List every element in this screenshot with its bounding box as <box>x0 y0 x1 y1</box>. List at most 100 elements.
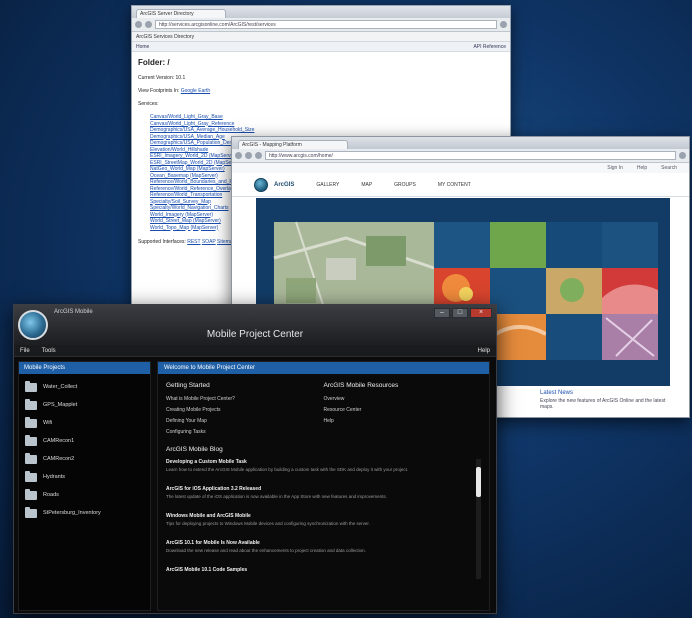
address-bar[interactable]: http://services.arcgisonline.com/ArcGIS/… <box>155 20 497 29</box>
getting-started-link[interactable]: Configuring Tasks <box>166 429 324 440</box>
browser-tab-bar: ArcGIS Server Directory <box>132 6 510 18</box>
api-reference-link[interactable]: API Reference <box>473 44 506 50</box>
site-brand[interactable]: ArcGIS <box>274 182 294 188</box>
service-link[interactable]: Demographics/USA_Median_Age <box>150 134 225 140</box>
browser-tab[interactable]: ArcGIS Server Directory <box>136 9 226 18</box>
resource-link[interactable]: Help <box>324 418 482 429</box>
getting-started-link[interactable]: Defining Your Map <box>166 418 324 429</box>
maximize-icon[interactable]: □ <box>452 308 468 318</box>
folder-icon <box>25 470 37 482</box>
getting-started-title: Getting Started <box>166 382 210 389</box>
service-link[interactable]: Reference/World_Reference_Overlay <box>150 186 233 192</box>
project-item[interactable]: CAMRecon2 <box>25 450 150 468</box>
welcome-columns: Getting Started What is Mobile Project C… <box>158 374 489 440</box>
service-link[interactable]: Specialty/World_Navigation_Charts <box>150 205 229 211</box>
project-label: Wifi <box>43 420 53 426</box>
menu-tools[interactable]: Tools <box>42 348 56 354</box>
blog-post-title[interactable]: ArcGIS Mobile 10.1 Code Samples <box>166 567 471 573</box>
service-link[interactable]: Elevation/World_Hillshade <box>150 147 208 153</box>
project-list: Water_Collect GPS_Mapplet Wifi CAMRecon1… <box>19 374 150 522</box>
project-item[interactable]: GPS_Mapplet <box>25 396 150 414</box>
service-link[interactable]: ESRI_StreetMap_World_2D (MapServer) <box>150 160 242 166</box>
scrollbar-thumb[interactable] <box>476 467 481 497</box>
orange-map-tile <box>490 314 546 360</box>
blog-title: ArcGIS Mobile Blog <box>166 446 223 453</box>
soap-link[interactable]: SOAP <box>202 239 216 245</box>
help-link[interactable]: Help <box>637 165 647 171</box>
back-icon[interactable] <box>235 152 242 159</box>
browser-toolbar: http://www.arcgis.com/home/ <box>232 149 689 163</box>
menu-help[interactable]: Help <box>478 348 490 354</box>
menu-file[interactable]: File <box>20 348 30 354</box>
folder-icon <box>25 452 37 464</box>
view-footprints: View Footprints In: Google Earth <box>138 88 504 94</box>
nav-groups[interactable]: GROUPS <box>394 182 416 188</box>
resource-link[interactable]: Resource Center <box>324 407 482 418</box>
directory-nav-bar: Home API Reference <box>132 42 510 52</box>
getting-started-link[interactable]: What is Mobile Project Center? <box>166 396 324 407</box>
nav-map[interactable]: MAP <box>361 182 372 188</box>
project-item[interactable]: Hydrants <box>25 468 150 486</box>
project-item[interactable]: Water_Collect <box>25 378 150 396</box>
blog-post: Developing a Custom Mobile Task Learn ho… <box>166 459 471 478</box>
ocean-map-tile <box>546 222 602 268</box>
search-link[interactable]: Search <box>661 165 677 171</box>
forward-icon[interactable] <box>145 21 152 28</box>
menu-icon[interactable] <box>679 152 686 159</box>
ocean-map-tile <box>490 268 546 314</box>
project-item[interactable]: Roads <box>25 486 150 504</box>
home-link[interactable]: Home <box>136 44 149 50</box>
project-item[interactable]: Wifi <box>25 414 150 432</box>
blog-post-title[interactable]: ArcGIS for iOS Application 3.2 Released <box>166 486 471 492</box>
service-link[interactable]: World_Imagery (MapServer) <box>150 212 213 218</box>
folder-icon <box>25 380 37 392</box>
folder-icon <box>25 434 37 446</box>
project-label: Roads <box>43 492 59 498</box>
blog-post-title[interactable]: Windows Mobile and ArcGIS Mobile <box>166 513 471 519</box>
service-link[interactable]: Reference/World_Transportation <box>150 192 222 198</box>
service-link[interactable]: World_Topo_Map (MapServer) <box>150 225 218 231</box>
back-icon[interactable] <box>135 21 142 28</box>
reload-icon[interactable] <box>255 152 262 159</box>
address-bar[interactable]: http://www.arcgis.com/home/ <box>265 151 676 160</box>
project-item[interactable]: StPetersburg_Inventory <box>25 504 150 522</box>
service-link[interactable]: Canvas/World_Light_Gray_Reference <box>150 121 234 127</box>
service-link[interactable]: Specialty/Soil_Survey_Map <box>150 199 211 205</box>
nav-gallery[interactable]: GALLERY <box>316 182 339 188</box>
rest-link[interactable]: REST <box>187 239 200 245</box>
folder-icon <box>25 398 37 410</box>
project-label: StPetersburg_Inventory <box>43 510 101 516</box>
project-item[interactable]: CAMRecon1 <box>25 432 150 450</box>
blog-scrollbar[interactable] <box>476 459 481 579</box>
getting-started-link[interactable]: Creating Mobile Projects <box>166 407 324 418</box>
mobile-project-center-window[interactable]: ArcGIS Mobile Mobile Project Center – □ … <box>13 304 497 614</box>
service-link[interactable]: Canvas/World_Light_Gray_Base <box>150 114 223 120</box>
nav-my-content[interactable]: MY CONTENT <box>438 182 471 188</box>
close-icon[interactable]: × <box>470 308 492 318</box>
minimize-icon[interactable]: – <box>434 308 450 318</box>
google-earth-link[interactable]: Google Earth <box>181 88 210 94</box>
folder-icon <box>25 506 37 518</box>
service-link[interactable]: Ocean_Basemap (MapServer) <box>150 173 218 179</box>
service-link[interactable]: Demographics/USA_Population_Density <box>150 140 240 146</box>
service-link[interactable]: NatGeo_World_Map (MapServer) <box>150 166 225 172</box>
site-header: ArcGIS GALLERY MAP GROUPS MY CONTENT <box>232 173 689 197</box>
resource-link[interactable]: Overview <box>324 396 482 407</box>
window-heading: Mobile Project Center <box>206 329 304 340</box>
window-title-bar[interactable]: ArcGIS Mobile Mobile Project Center – □ … <box>14 305 496 345</box>
forward-icon[interactable] <box>245 152 252 159</box>
resources-column: ArcGIS Mobile Resources Overview Resourc… <box>324 382 482 440</box>
menu-icon[interactable] <box>500 21 507 28</box>
globe-logo-icon[interactable] <box>254 177 268 192</box>
service-link[interactable]: ESRI_Imagery_World_2D (MapServer) <box>150 153 237 159</box>
service-link[interactable]: Demographics/USA_Average_Household_Size <box>150 127 254 133</box>
news-title[interactable]: Latest News <box>540 390 680 396</box>
blog-post-title[interactable]: Developing a Custom Mobile Task <box>166 459 471 465</box>
service-link[interactable]: World_Street_Map (MapServer) <box>150 218 221 224</box>
browser-tab[interactable]: ArcGIS - Mapping Platform <box>238 140 348 149</box>
blog-post-title[interactable]: ArcGIS 10.1 for Mobile Is Now Available <box>166 540 471 546</box>
welcome-header: Welcome to Mobile Project Center <box>158 362 489 374</box>
green-map-tile <box>490 222 546 268</box>
blog-post: ArcGIS Mobile 10.1 Code Samples <box>166 567 471 573</box>
sign-in-link[interactable]: Sign In <box>607 165 623 171</box>
